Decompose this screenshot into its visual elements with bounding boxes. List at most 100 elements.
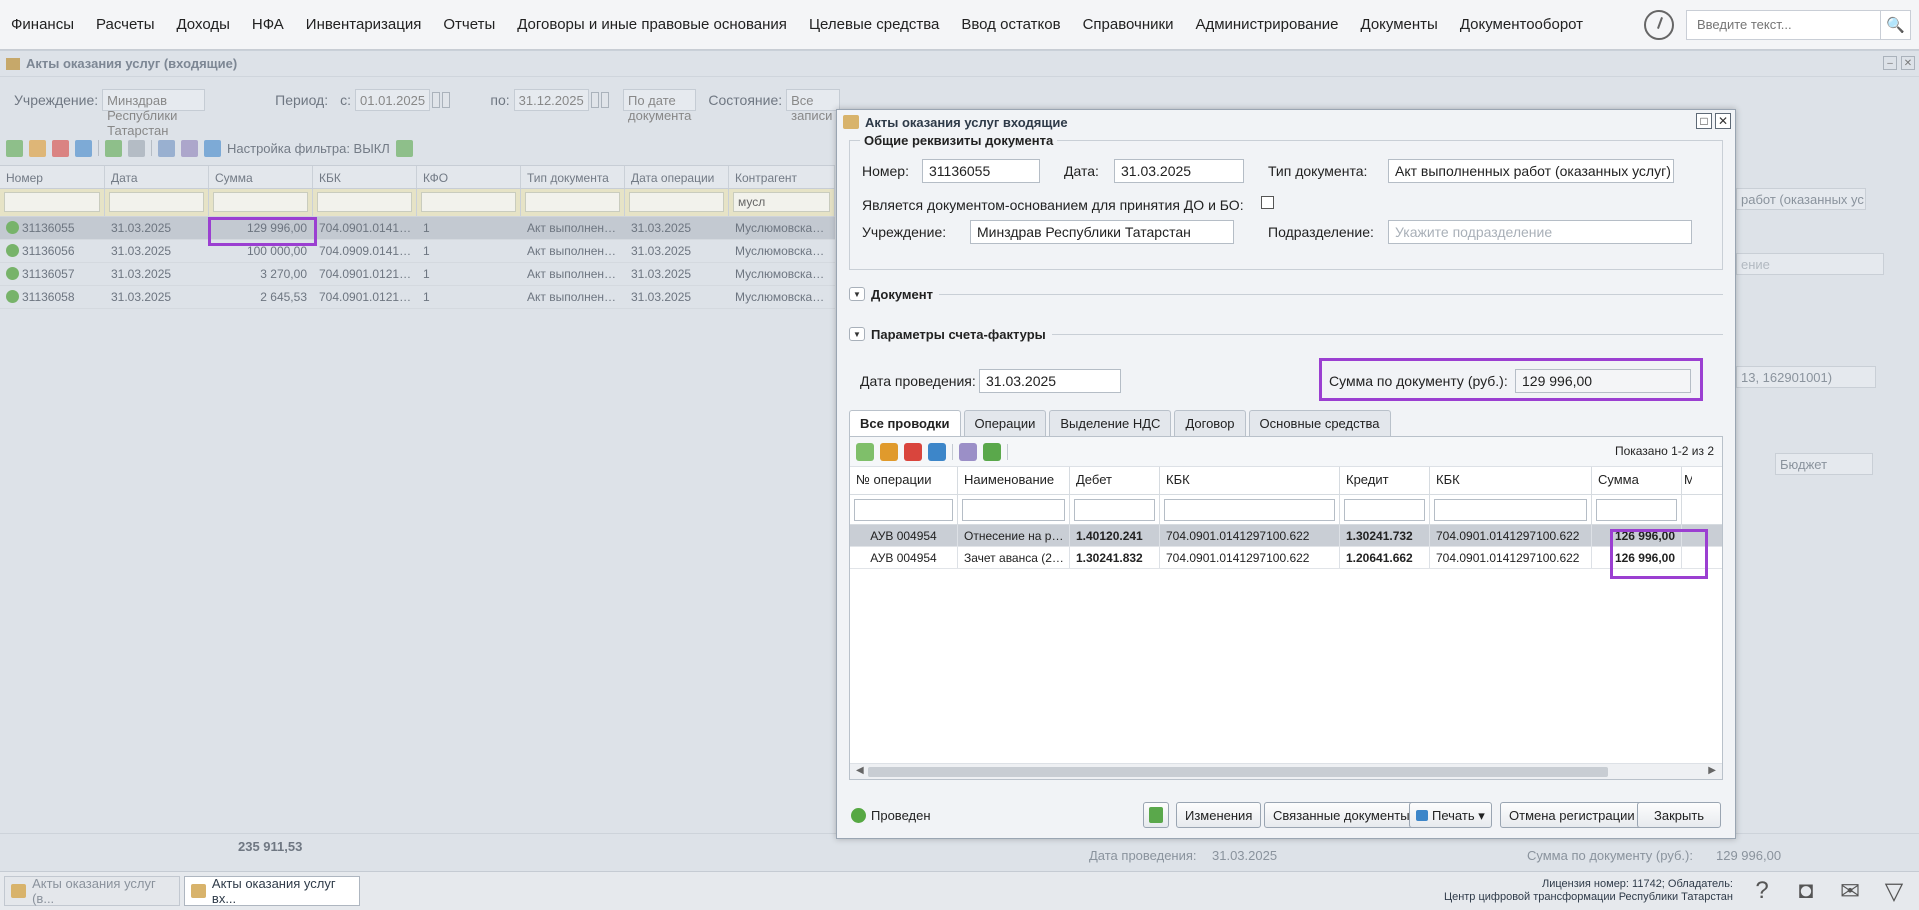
col-more[interactable]: М xyxy=(1682,467,1692,494)
edit-icon[interactable] xyxy=(29,139,46,157)
basis-checkbox[interactable] xyxy=(1261,196,1274,209)
date-mode-select[interactable]: По дате документа xyxy=(623,89,697,123)
refresh-icon[interactable] xyxy=(983,442,1001,461)
filter-input[interactable] xyxy=(1596,499,1677,521)
unpost-icon[interactable] xyxy=(128,139,145,157)
institution-field[interactable]: Минздрав Республики Татарстан xyxy=(970,220,1234,244)
col-name[interactable]: Наименование xyxy=(958,467,1070,494)
add-icon[interactable] xyxy=(6,139,23,157)
calendar-icon[interactable] xyxy=(590,92,599,108)
filter-input[interactable] xyxy=(854,499,953,521)
chevron-down-icon[interactable]: ▼ xyxy=(849,327,865,341)
doc-sum-field[interactable]: 129 996,00 xyxy=(1515,369,1691,393)
col-debit-kbk[interactable]: КБК xyxy=(1160,467,1340,494)
col-sum[interactable]: Сумма xyxy=(209,166,313,188)
institution-field[interactable]: Минздрав Республики Татарстан xyxy=(102,89,206,138)
chevron-down-icon[interactable]: ▽ xyxy=(1879,876,1909,906)
filter-icon[interactable] xyxy=(204,139,221,157)
add-icon[interactable] xyxy=(856,442,874,461)
menu-nfa[interactable]: НФА xyxy=(241,16,295,33)
col-credit-kbk[interactable]: КБК xyxy=(1430,467,1592,494)
tab-fixed-assets[interactable]: Основные средства xyxy=(1248,410,1391,436)
to-date-field[interactable]: 31.12.2025 xyxy=(513,89,589,111)
clock-icon[interactable] xyxy=(1644,9,1674,40)
calendar-clear-icon[interactable] xyxy=(600,92,609,108)
mail-icon[interactable]: ✉ xyxy=(1835,876,1865,906)
task-item[interactable]: Акты оказания услуг (в... xyxy=(4,876,180,906)
filter-input[interactable] xyxy=(1164,499,1335,521)
tab-vat[interactable]: Выделение НДС xyxy=(1049,410,1172,436)
filter-input[interactable] xyxy=(317,192,412,212)
minimize-icon[interactable]: – xyxy=(1883,56,1897,70)
posting-date-field[interactable]: 31.03.2025 xyxy=(979,369,1121,393)
col-contractor[interactable]: Контрагент xyxy=(729,166,835,188)
menu-balances[interactable]: Ввод остатков xyxy=(950,16,1071,33)
table-row[interactable]: АУВ 004954 Отнесение на р… 1.40120.241 7… xyxy=(850,525,1722,547)
related-documents-button[interactable]: Связанные документы xyxy=(1264,802,1419,828)
maximize-icon[interactable]: □ xyxy=(1696,113,1712,129)
col-number[interactable]: Номер xyxy=(0,166,105,188)
col-date[interactable]: Дата xyxy=(105,166,209,188)
attachment-button[interactable] xyxy=(1143,802,1169,828)
menu-target-funds[interactable]: Целевые средства xyxy=(798,16,950,33)
table-row[interactable]: 31136057 31.03.2025 3 270,00 704.0901.01… xyxy=(0,263,835,286)
help-icon[interactable]: ? xyxy=(1747,876,1777,906)
tab-operations[interactable]: Операции xyxy=(963,410,1047,436)
document-section-header[interactable]: ▼ Документ xyxy=(849,286,1723,302)
delete-icon[interactable] xyxy=(904,442,922,461)
chevron-down-icon[interactable]: ▼ xyxy=(849,287,865,301)
refresh-icon[interactable] xyxy=(395,139,413,157)
search-input[interactable] xyxy=(1687,17,1880,32)
number-field[interactable]: 31136055 xyxy=(922,159,1040,183)
menu-contracts[interactable]: Договоры и иные правовые основания xyxy=(506,16,798,33)
filter-input[interactable] xyxy=(1434,499,1587,521)
filter-input[interactable] xyxy=(962,499,1065,521)
date-field[interactable]: 31.03.2025 xyxy=(1114,159,1244,183)
state-select[interactable]: Все записи xyxy=(786,89,840,123)
menu-inventory[interactable]: Инвентаризация xyxy=(295,16,433,33)
edit-icon[interactable] xyxy=(880,442,898,461)
copy-icon[interactable] xyxy=(75,139,92,157)
table-row[interactable]: 31136055 31.03.2025 129 996,00 704.0901.… xyxy=(0,217,835,240)
col-kfo[interactable]: КФО xyxy=(417,166,521,188)
close-icon[interactable]: ✕ xyxy=(1901,56,1915,70)
scroll-right-icon[interactable]: ▶ xyxy=(1708,765,1716,776)
gear-icon[interactable] xyxy=(959,442,977,461)
delete-icon[interactable] xyxy=(52,139,69,157)
table-row[interactable]: 31136058 31.03.2025 2 645,53 704.0901.01… xyxy=(0,286,835,309)
print-icon[interactable] xyxy=(158,139,175,157)
camera-icon[interactable]: ◘ xyxy=(1791,876,1821,906)
scroll-thumb[interactable] xyxy=(868,767,1608,777)
scroll-left-icon[interactable]: ◀ xyxy=(856,765,864,776)
menu-docflow[interactable]: Документооборот xyxy=(1449,16,1594,33)
contractor-filter-input[interactable]: мусл xyxy=(733,192,830,212)
menu-income[interactable]: Доходы xyxy=(165,16,240,33)
filter-input[interactable] xyxy=(1344,499,1425,521)
subdivision-field[interactable]: Укажите подразделение xyxy=(1388,220,1692,244)
filter-input[interactable] xyxy=(109,192,204,212)
changes-button[interactable]: Изменения xyxy=(1176,802,1262,828)
doctype-field[interactable]: Акт выполненных работ (оказанных услуг) xyxy=(1388,159,1674,183)
table-row[interactable]: 31136056 31.03.2025 100 000,00 704.0909.… xyxy=(0,240,835,263)
col-doctype[interactable]: Тип документа xyxy=(521,166,625,188)
menu-administration[interactable]: Администрирование xyxy=(1184,16,1349,33)
menu-documents[interactable]: Документы xyxy=(1350,16,1449,33)
close-button[interactable]: Закрыть xyxy=(1637,802,1722,828)
col-debit[interactable]: Дебет xyxy=(1070,467,1160,494)
filter-input[interactable] xyxy=(4,192,100,212)
filter-input[interactable] xyxy=(629,192,724,212)
table-row[interactable]: АУВ 004954 Зачет аванса (2… 1.30241.832 … xyxy=(850,547,1722,569)
menu-reports[interactable]: Отчеты xyxy=(432,16,506,33)
menu-directories[interactable]: Справочники xyxy=(1072,16,1185,33)
tab-contract[interactable]: Договор xyxy=(1174,410,1246,436)
horizontal-scrollbar[interactable]: ◀ ▶ xyxy=(850,763,1722,779)
gear-icon[interactable] xyxy=(181,139,198,157)
print-button[interactable]: Печать ▾ xyxy=(1409,802,1492,828)
menu-finances[interactable]: Финансы xyxy=(0,16,85,33)
filter-input[interactable] xyxy=(525,192,620,212)
filter-input[interactable] xyxy=(213,192,308,212)
col-opdate[interactable]: Дата операции xyxy=(625,166,729,188)
invoice-section-header[interactable]: ▼ Параметры счета-фактуры xyxy=(849,326,1723,342)
close-icon[interactable]: ✕ xyxy=(1715,113,1731,129)
from-date-field[interactable]: 01.01.2025 xyxy=(355,89,431,111)
